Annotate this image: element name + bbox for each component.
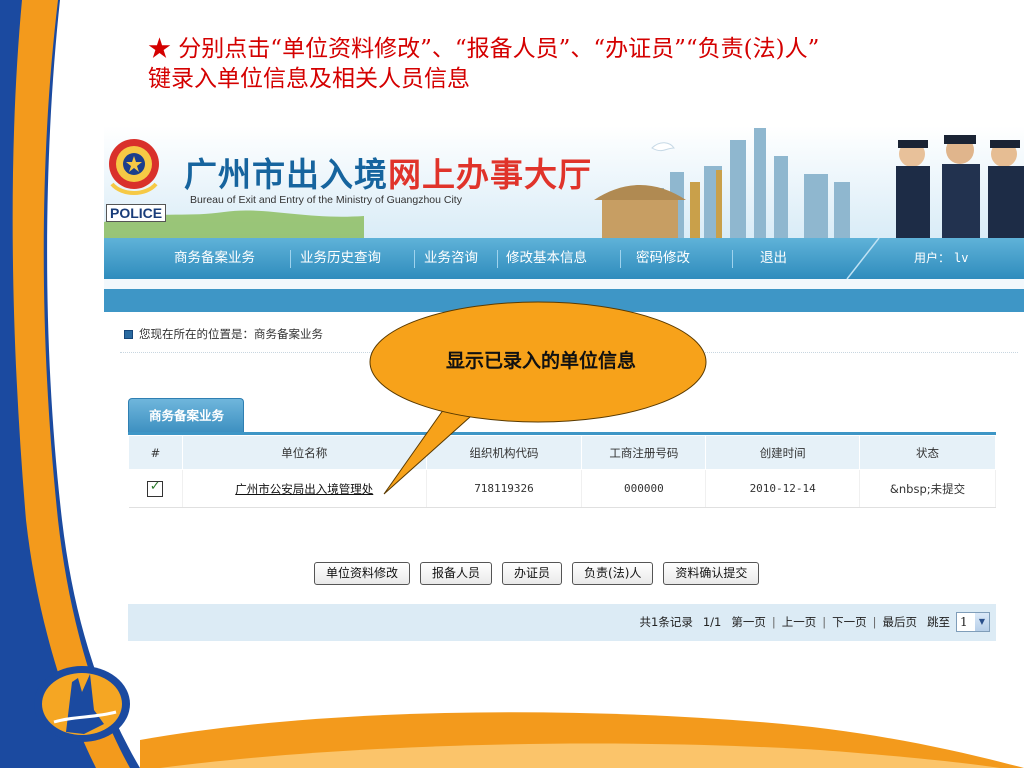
portal-screenshot: 广州市出入境网上办事大厅 Bureau of Exit and Entry of… (104, 126, 1024, 660)
col-header-index: # (128, 435, 183, 470)
police-label: POLICE (106, 204, 167, 222)
nav-item-password[interactable]: 密码修改 (636, 238, 690, 279)
nav-item-logout[interactable]: 退出 (760, 238, 787, 279)
site-title: 广州市出入境网上办事大厅 (184, 148, 592, 196)
pager-total: 共1条记录 (639, 615, 693, 629)
user-label: 用户： (914, 251, 951, 265)
check-icon: ✓ (149, 478, 161, 494)
site-banner: 广州市出入境网上办事大厅 Bureau of Exit and Entry of… (104, 126, 1024, 238)
page-select[interactable]: 1 ▼ (956, 612, 990, 632)
tab-business-filing[interactable]: 商务备案业务 (128, 398, 244, 433)
nav-separator (290, 250, 291, 268)
status-cell: &nbsp;未提交 (859, 469, 996, 508)
instruction-line-2: 键录入单位信息及相关人员信息 (148, 66, 470, 92)
col-header-reg-no: 工商注册号码 (581, 435, 707, 470)
nav-item-consult[interactable]: 业务咨询 (424, 238, 478, 279)
confirm-submit-button[interactable]: 资料确认提交 (663, 562, 760, 585)
main-nav: 商务备案业务 业务历史查询 业务咨询 修改基本信息 密码修改 退出 用户： lv (104, 238, 1024, 279)
pager-next[interactable]: 下一页 (832, 614, 867, 630)
instruction-text: ★ 分别点击“单位资料修改”、“报备人员”、“办证员”“负责(法)人” 键录入单… (148, 34, 1008, 94)
nav-bluestrip (104, 289, 1024, 312)
nav-item-business-filing[interactable]: 商务备案业务 (174, 238, 255, 279)
pager-separator: | (771, 615, 776, 629)
user-value: lv (954, 251, 969, 265)
filing-table: # 单位名称 组织机构代码 工商注册号码 创建时间 状态 ✓ 广州市公安局出入境… (128, 435, 996, 508)
dropdown-arrow-icon: ▼ (975, 613, 989, 631)
site-subtitle: Bureau of Exit and Entry of the Ministry… (190, 194, 462, 206)
nav-item-edit-info[interactable]: 修改基本信息 (506, 238, 587, 279)
site-title-accent: 网上办事大厅 (388, 155, 592, 194)
nav-separator (414, 250, 415, 268)
nav-separator (497, 250, 498, 268)
site-title-main: 广州市出入境 (184, 155, 388, 194)
col-header-name: 单位名称 (181, 435, 427, 470)
table-row[interactable]: ✓ 广州市公安局出入境管理处 718119326 000000 2010-12-… (128, 469, 996, 508)
org-code-cell: 718119326 (426, 469, 583, 508)
filing-personnel-button[interactable]: 报备人员 (420, 562, 493, 585)
pager-separator: | (872, 615, 877, 629)
nav-divider-slant (846, 238, 880, 279)
pager-first[interactable]: 第一页 (731, 614, 766, 630)
col-header-created: 创建时间 (705, 435, 861, 470)
legal-rep-button[interactable]: 负责(法)人 (572, 562, 654, 585)
unit-name-link[interactable]: 广州市公安局出入境管理处 (182, 469, 427, 508)
action-bar: 单位资料修改 报备人员 办证员 负责(法)人 资料确认提交 (314, 562, 760, 585)
callout-text: 显示已录入的单位信息 (445, 350, 636, 372)
nav-subbar (104, 279, 1024, 289)
breadcrumb: 您现在所在的位置是：商务备案业务 (124, 326, 323, 342)
row-checkbox-cell: ✓ (128, 469, 183, 508)
pager-bar: 共1条记录 1/1 第一页 | 上一页 | 下一页 | 最后页 跳至 1 ▼ (128, 604, 996, 641)
reg-no-cell: 000000 (581, 469, 707, 508)
nav-separator (620, 250, 621, 268)
pager-last[interactable]: 最后页 (883, 614, 918, 630)
col-header-status: 状态 (859, 435, 996, 470)
breadcrumb-icon (124, 329, 133, 339)
pager: 共1条记录 1/1 第一页 | 上一页 | 下一页 | 最后页 跳至 1 ▼ (640, 612, 990, 632)
row-checkbox[interactable]: ✓ (147, 478, 164, 497)
pager-jump-label: 跳至 (927, 615, 950, 629)
edit-unit-button[interactable]: 单位资料修改 (314, 562, 411, 585)
col-header-org-code: 组织机构代码 (425, 435, 583, 470)
nav-user: 用户： lv (914, 238, 968, 279)
certificate-staff-button[interactable]: 办证员 (502, 562, 563, 585)
table-header-row: # 单位名称 组织机构代码 工商注册号码 创建时间 状态 (128, 435, 996, 470)
pager-separator: | (822, 615, 827, 629)
nav-item-history[interactable]: 业务历史查询 (300, 238, 381, 279)
breadcrumb-text: 您现在所在的位置是：商务备案业务 (139, 327, 323, 341)
pager-pages: 1/1 (702, 615, 722, 629)
page-select-value: 1 (960, 615, 968, 629)
created-cell: 2010-12-14 (705, 469, 861, 508)
nav-separator (732, 250, 733, 268)
pager-prev[interactable]: 上一页 (782, 614, 817, 630)
slide-logo-icon (34, 666, 130, 742)
instruction-line-1: ★ 分别点击“单位资料修改”、“报备人员”、“办证员”“负责(法)人” (148, 36, 820, 62)
